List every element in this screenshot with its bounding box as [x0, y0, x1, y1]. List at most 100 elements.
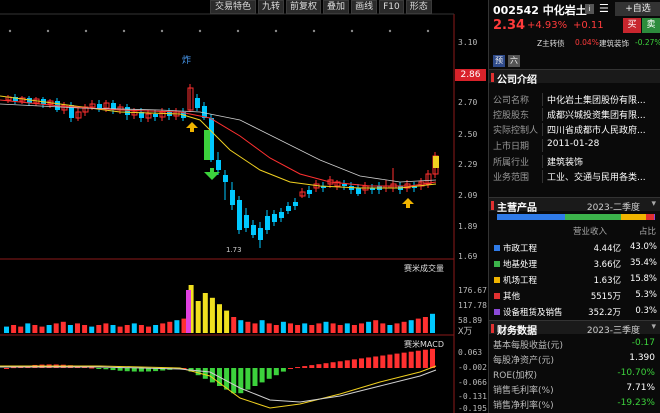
- macd-bar: [103, 368, 109, 370]
- products-period[interactable]: 2023-二季度: [587, 200, 640, 213]
- price-axis-label: 3.10: [458, 38, 478, 47]
- macd-bar: [288, 368, 293, 369]
- macd-bar: [422, 349, 428, 368]
- top-dot-marker: [312, 29, 316, 33]
- volume-bar: [89, 326, 95, 333]
- products-section-header[interactable]: 主营产品 2023-二季度 ▾: [489, 197, 660, 214]
- volume-bar: [323, 321, 329, 333]
- sell-button[interactable]: 卖: [642, 18, 660, 33]
- macd-bar: [245, 368, 251, 390]
- candle-body: [237, 200, 242, 230]
- macd-axis-label: -0.002: [458, 363, 487, 372]
- macd-axis-label: -0.066: [458, 378, 487, 387]
- company-key: 所属行业: [493, 155, 543, 168]
- volume-bar: [309, 325, 315, 333]
- finance-key: 基本每股收益(元): [493, 341, 564, 351]
- macd-bar: [124, 368, 130, 372]
- candle-body: [153, 114, 158, 117]
- f10-button[interactable]: F10: [379, 0, 404, 14]
- volume-bar: [330, 323, 336, 333]
- products-column-header: 营业收入 占比: [493, 225, 659, 237]
- product-share: 0.3%: [635, 306, 657, 316]
- overlay-button[interactable]: 叠加: [323, 0, 350, 14]
- sector-label[interactable]: 建筑装饰: [599, 38, 629, 49]
- product-name: 机场工程: [503, 276, 538, 286]
- convertible-bond-value: 0.04%: [575, 38, 599, 47]
- top-dot-marker: [274, 29, 278, 33]
- share-segment: [620, 214, 646, 220]
- draw-line-button[interactable]: 画线: [351, 0, 378, 14]
- volume-bar: [32, 325, 38, 333]
- macd-bar: [316, 364, 322, 368]
- menu-icon[interactable]: ☰: [599, 2, 609, 15]
- company-key: 实际控制人: [493, 123, 543, 136]
- finance-row: 销售净利率(%) -19.23%: [493, 398, 659, 411]
- volume-bar: [380, 323, 386, 333]
- buy-button[interactable]: 买: [623, 18, 641, 33]
- candle-body: [293, 202, 298, 206]
- revenue-column-label: 营业收入: [573, 227, 608, 237]
- kline-chart-svg[interactable]: 炸 1.73: [0, 0, 488, 413]
- add-watchlist-button[interactable]: +自选: [615, 2, 660, 16]
- candle-body: [125, 107, 130, 115]
- volume-bar: [288, 323, 293, 333]
- finance-section-title: 财务数据: [497, 326, 537, 337]
- macd-bar: [259, 368, 265, 383]
- product-name: 地基处理: [503, 260, 538, 270]
- top-dot-marker: [84, 29, 88, 33]
- macd-bar: [380, 355, 386, 368]
- finance-key: ROE(加权): [493, 371, 538, 381]
- stock-code-name[interactable]: 002542 中化岩土: [493, 2, 587, 18]
- tag-row: 预 六: [493, 55, 520, 67]
- product-row: 机场工程 1.63亿 15.8%: [493, 274, 659, 286]
- company-value: 建筑装饰: [547, 158, 584, 168]
- spike-annotation: 炸: [182, 54, 191, 66]
- volume-bar: [387, 325, 393, 333]
- volume-bar: [18, 326, 24, 333]
- chevron-down-icon[interactable]: ▾: [651, 199, 656, 209]
- price-axis-label: 2.09: [458, 191, 478, 200]
- macd-bar: [394, 353, 400, 368]
- volume-bar: [202, 293, 208, 333]
- chevron-down-icon[interactable]: ▾: [651, 322, 656, 332]
- volume-bar: [46, 325, 52, 333]
- info-icon[interactable]: i: [585, 4, 594, 14]
- macd-bar: [273, 368, 279, 376]
- product-name: 设备租赁及销售: [503, 308, 563, 318]
- candle-body-highlight: [204, 130, 210, 160]
- finance-period[interactable]: 2023-三季度: [587, 323, 640, 336]
- volume-bar: [359, 323, 364, 333]
- finance-section-header[interactable]: 财务数据 2023-三季度 ▾: [489, 320, 660, 337]
- kline-chart-area[interactable]: 炸 1.73 交易特色 九转 前复权 叠加 画线 F10 形态 2.86 3.10…: [0, 0, 488, 413]
- candle-body: [307, 190, 312, 194]
- company-value: 四川省成都市人民政府...: [547, 126, 646, 136]
- macd-bar: [373, 356, 379, 368]
- volume-bar: [181, 318, 187, 333]
- product-share: 15.8%: [629, 274, 657, 284]
- trade-feature-button[interactable]: 交易特色: [210, 0, 257, 14]
- stock-header: 002542 中化岩土 i ☰ +自选: [493, 2, 660, 18]
- volume-bar: [373, 320, 379, 333]
- volume-bar: [366, 321, 372, 333]
- price-row: 2.34 +4.93% +0.11 买 卖: [493, 18, 660, 34]
- company-row: 控股股东 成都兴城投资集团有限...: [491, 108, 659, 121]
- volume-bar: [415, 318, 421, 333]
- macd-bar: [351, 359, 357, 368]
- volume-bar: [124, 325, 130, 333]
- volume-bar: [138, 325, 144, 333]
- product-row: 地基处理 3.66亿 35.4%: [493, 258, 659, 270]
- forward-adjust-button[interactable]: 前复权: [286, 0, 322, 14]
- volume-panel-title: 赛米成交量: [404, 264, 444, 273]
- volume-bar: [351, 325, 357, 333]
- top-dot-marker: [46, 29, 50, 33]
- pattern-button[interactable]: 形态: [405, 0, 432, 14]
- share-segment: [564, 214, 621, 220]
- macd-bar: [195, 368, 201, 376]
- convertible-bond-label[interactable]: Z主转债: [537, 38, 565, 49]
- candle-body: [342, 184, 347, 186]
- nine-turn-button[interactable]: 九转: [258, 0, 285, 14]
- six-tag[interactable]: 六: [508, 55, 520, 67]
- company-section-header[interactable]: 公司介绍: [489, 69, 660, 86]
- forecast-tag[interactable]: 预: [493, 55, 505, 67]
- macd-bar: [252, 368, 258, 386]
